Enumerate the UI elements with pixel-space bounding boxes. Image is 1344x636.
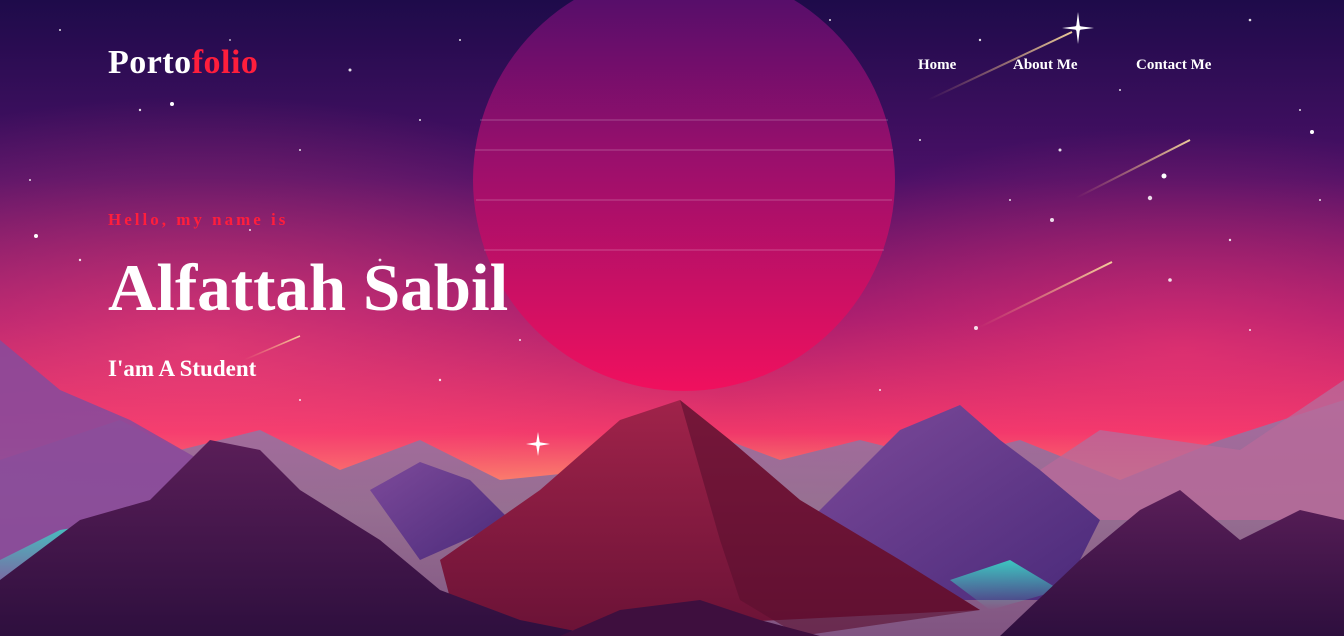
nav-link-contact-me[interactable]: Contact Me [1136,57,1211,74]
main-nav: Home About Me Contact Me [0,57,1344,77]
hero-role: I'am A Student [108,356,257,381]
hero-greeting: Hello, my name is [108,210,289,229]
nav-link-about-me[interactable]: About Me [1013,57,1078,74]
nav-link-home[interactable]: Home [918,57,956,74]
hero-name: Alfattah Sabil [108,251,509,325]
